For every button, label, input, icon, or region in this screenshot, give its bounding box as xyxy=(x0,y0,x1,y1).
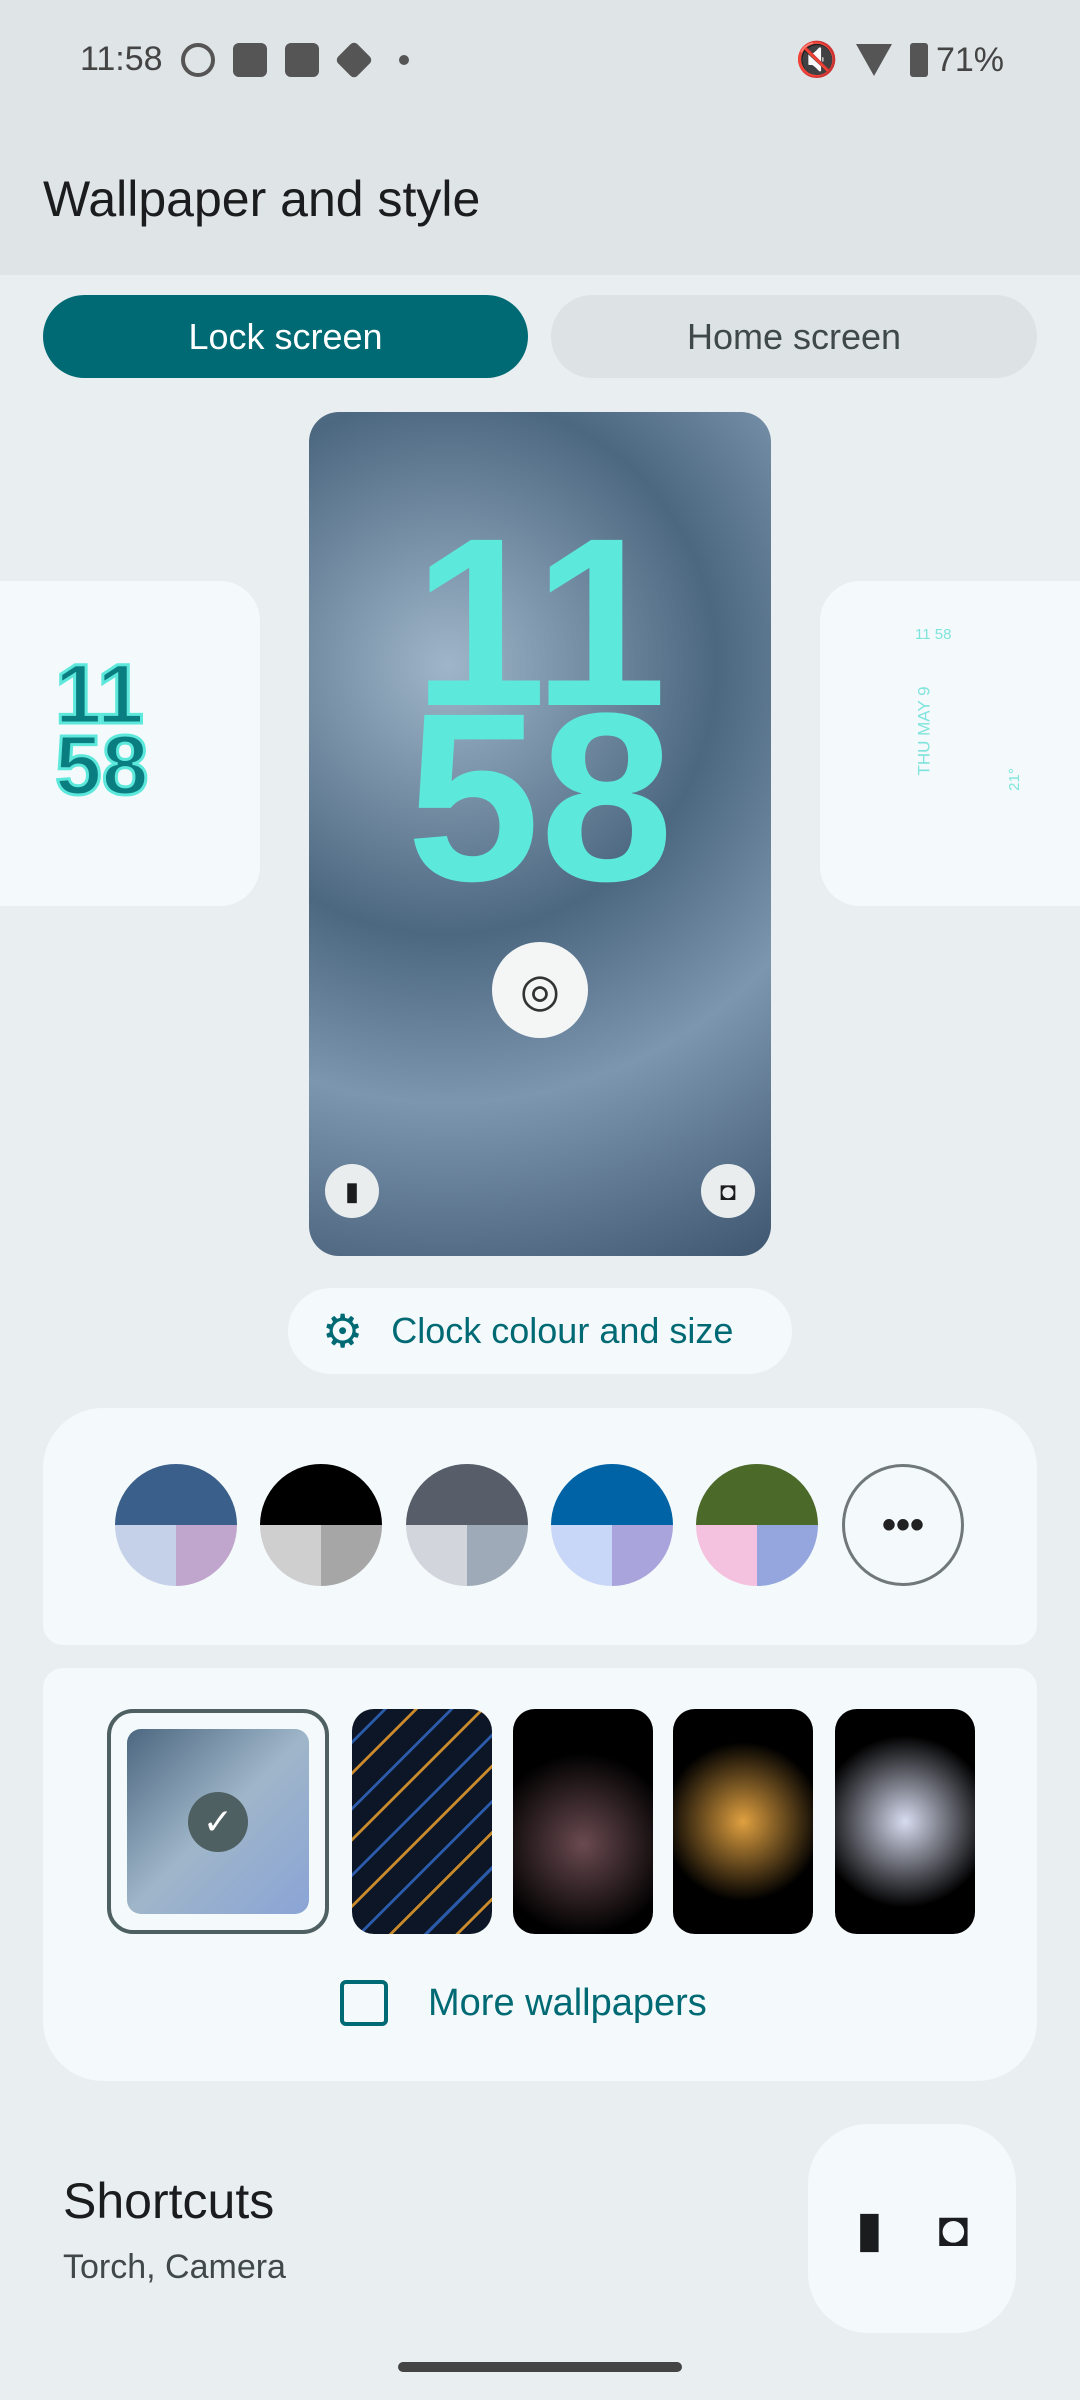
wallpaper-thumb[interactable] xyxy=(352,1709,492,1934)
swatch-primary xyxy=(260,1464,382,1525)
swatch-tertiary xyxy=(757,1525,818,1586)
swatch-primary xyxy=(696,1464,818,1525)
lock-screen-preview[interactable]: 11 58 ◎ ▮ ◘ xyxy=(309,412,771,1256)
status-bar-right: 🔇 71% xyxy=(796,40,1004,80)
fingerprint-icon: ◎ xyxy=(492,942,588,1038)
swatch-secondary xyxy=(551,1525,612,1586)
colour-option-3[interactable] xyxy=(406,1464,528,1586)
wallpaper-thumb[interactable] xyxy=(835,1709,975,1934)
whatsapp-icon xyxy=(180,42,215,77)
swatch-secondary xyxy=(406,1525,467,1586)
swatch-secondary xyxy=(696,1525,757,1586)
left-clock-preview: 11 58 xyxy=(53,647,149,813)
swatch-secondary xyxy=(260,1525,321,1586)
more-colours-button[interactable]: ••• xyxy=(842,1464,964,1586)
tab-lock-screen[interactable]: Lock screen xyxy=(43,295,528,378)
wallpaper-thumb[interactable] xyxy=(673,1709,813,1934)
image-icon xyxy=(340,1980,388,2026)
battery-percent: 71% xyxy=(935,40,1004,79)
battery-icon xyxy=(909,43,928,77)
tab-home-screen[interactable]: Home screen xyxy=(551,295,1037,378)
more-wallpapers-button[interactable]: More wallpapers xyxy=(340,1980,707,2026)
package-icon xyxy=(334,40,373,79)
swatch-primary xyxy=(406,1464,528,1525)
colour-option-4[interactable] xyxy=(551,1464,673,1586)
torch-icon: ▮ xyxy=(855,2200,884,2257)
right-clock-time: 11 58 xyxy=(915,626,952,643)
check-icon: ✓ xyxy=(188,1791,248,1852)
right-clock-date: THU MAY 9 xyxy=(914,686,934,776)
more-wallpapers-label: More wallpapers xyxy=(428,1981,707,2024)
mute-icon: 🔇 xyxy=(795,41,838,79)
swatch-secondary xyxy=(115,1525,176,1586)
home-indicator[interactable] xyxy=(398,2362,682,2372)
gear-icon: ⚙ xyxy=(322,1305,364,1357)
swatch-primary xyxy=(115,1464,237,1525)
status-bar-left: 11:58 xyxy=(80,40,409,79)
torch-icon: ▮ xyxy=(325,1164,379,1218)
wallpaper-thumb-current[interactable]: ✓ xyxy=(107,1709,329,1934)
camera-icon: ◘ xyxy=(701,1164,755,1218)
clock-colour-size-label: Clock colour and size xyxy=(391,1310,734,1351)
outlook-icon xyxy=(284,42,319,77)
wallpaper-thumb[interactable] xyxy=(513,1709,653,1934)
swatch-primary xyxy=(551,1464,673,1525)
page-title: Wallpaper and style xyxy=(43,171,481,227)
swatch-tertiary xyxy=(467,1525,528,1586)
shortcuts-title[interactable]: Shortcuts xyxy=(63,2172,274,2230)
status-time: 11:58 xyxy=(80,40,163,78)
right-clock-temp: 21° xyxy=(1005,768,1023,791)
colour-option-1[interactable] xyxy=(115,1464,237,1586)
swatch-tertiary xyxy=(612,1525,673,1586)
clock-style-right[interactable]: 11 58 THU MAY 9 21° xyxy=(820,581,1080,906)
colour-option-2[interactable] xyxy=(260,1464,382,1586)
swatch-tertiary xyxy=(176,1525,237,1586)
preview-clock-minutes: 58 xyxy=(406,663,674,931)
swatch-tertiary xyxy=(321,1525,382,1586)
youtube-icon xyxy=(232,42,267,77)
colour-option-5[interactable] xyxy=(696,1464,818,1586)
shortcuts-preview[interactable]: ▮ ◘ xyxy=(808,2124,1016,2333)
clock-colour-size-button[interactable]: ⚙ Clock colour and size xyxy=(288,1288,792,1374)
camera-icon: ◘ xyxy=(938,2200,969,2257)
shortcuts-subtitle: Torch, Camera xyxy=(63,2248,286,2286)
dot-icon xyxy=(398,54,409,65)
clock-style-left[interactable]: 11 58 xyxy=(0,581,260,906)
wifi-icon xyxy=(855,44,892,76)
